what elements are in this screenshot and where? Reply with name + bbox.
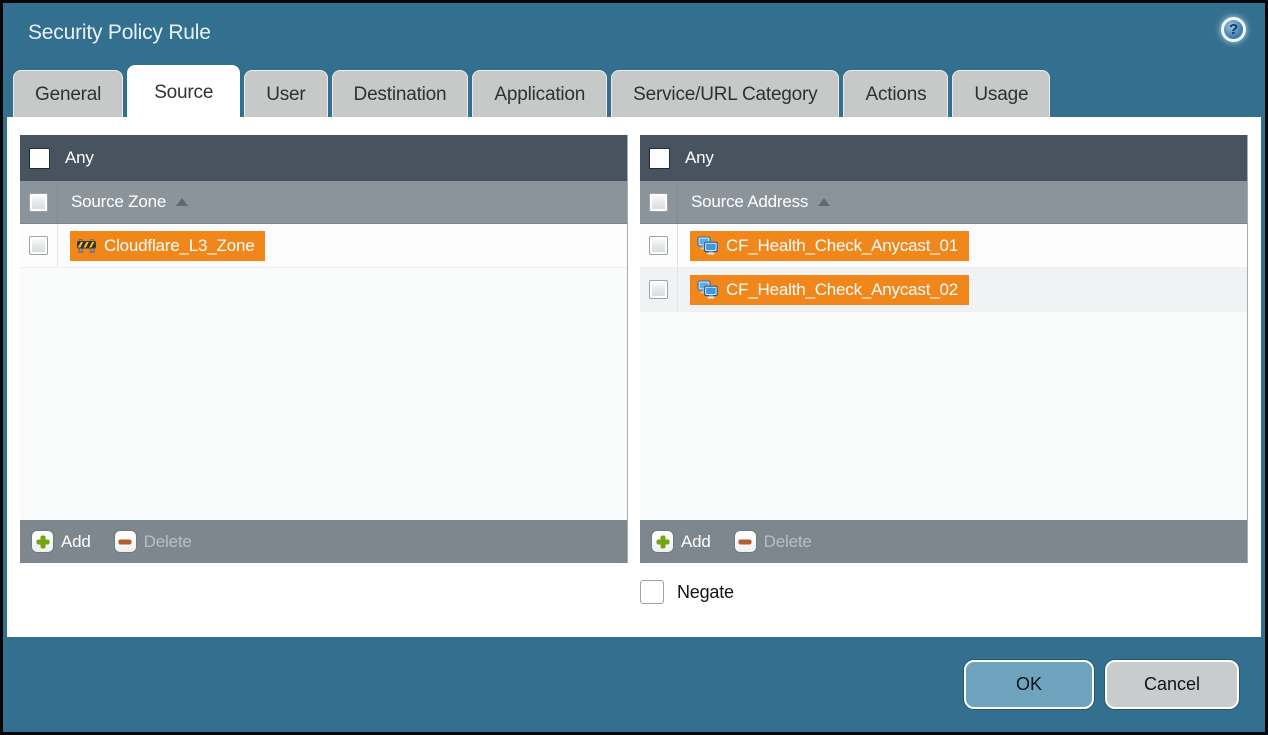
tab-bar: General Source User Destination Applicat… bbox=[3, 62, 1265, 117]
ok-button[interactable]: OK bbox=[964, 660, 1094, 709]
source-address-column-title[interactable]: Source Address bbox=[691, 192, 808, 212]
source-zone-any-bar: Any bbox=[20, 135, 627, 181]
tab-usage[interactable]: Usage bbox=[952, 70, 1050, 117]
zone-icon bbox=[77, 237, 96, 254]
source-address-column-header: Source Address bbox=[640, 181, 1247, 224]
source-zone-column-header: Source Zone bbox=[20, 181, 627, 224]
add-button-label: Add bbox=[681, 532, 711, 552]
source-zone-panel: Any Source Zone bbox=[20, 135, 628, 563]
source-address-panel: Any Source Address bbox=[640, 135, 1248, 563]
source-tab-content: Any Source Zone bbox=[7, 117, 1261, 637]
tab-destination[interactable]: Destination bbox=[332, 70, 469, 117]
row-checkbox[interactable] bbox=[649, 236, 668, 255]
source-zone-column-title[interactable]: Source Zone bbox=[71, 192, 166, 212]
tab-application[interactable]: Application bbox=[472, 70, 607, 117]
table-row[interactable]: CF_Health_Check_Anycast_01 bbox=[640, 224, 1247, 268]
delete-minus-icon bbox=[115, 531, 136, 552]
sort-ascending-icon[interactable] bbox=[176, 198, 188, 206]
add-button[interactable]: Add bbox=[32, 531, 91, 552]
delete-button-label: Delete bbox=[764, 532, 812, 552]
negate-checkbox[interactable] bbox=[640, 580, 664, 604]
source-address-any-checkbox[interactable] bbox=[649, 148, 670, 169]
delete-button-label: Delete bbox=[144, 532, 192, 552]
table-row[interactable]: CF_Health_Check_Anycast_02 bbox=[640, 268, 1247, 312]
source-zone-any-label: Any bbox=[65, 148, 94, 168]
source-zone-list: Cloudflare_L3_Zone bbox=[20, 224, 627, 520]
delete-button[interactable]: Delete bbox=[115, 531, 192, 552]
source-zone-toolbar: Add Delete bbox=[20, 520, 627, 563]
dialog-title: Security Policy Rule bbox=[28, 21, 211, 45]
source-address-any-label: Any bbox=[685, 148, 714, 168]
row-checkbox[interactable] bbox=[649, 280, 668, 299]
tab-service-url-category[interactable]: Service/URL Category bbox=[611, 70, 839, 117]
tab-general[interactable]: General bbox=[13, 70, 123, 117]
address-icon bbox=[697, 280, 718, 299]
source-address-list: CF_Health_Check_Anycast_01 bbox=[640, 224, 1247, 520]
add-button-label: Add bbox=[61, 532, 91, 552]
negate-label: Negate bbox=[677, 582, 734, 603]
delete-button[interactable]: Delete bbox=[735, 531, 812, 552]
sort-ascending-icon[interactable] bbox=[818, 198, 830, 206]
title-bar: Security Policy Rule ? bbox=[3, 3, 1265, 62]
dialog-footer: OK Cancel bbox=[3, 637, 1265, 732]
source-zone-select-all-checkbox[interactable] bbox=[29, 193, 48, 212]
tab-source[interactable]: Source bbox=[127, 65, 240, 117]
address-item-chip[interactable]: CF_Health_Check_Anycast_02 bbox=[690, 275, 969, 305]
row-checkbox[interactable] bbox=[29, 236, 48, 255]
source-address-toolbar: Add Delete bbox=[640, 520, 1247, 563]
add-plus-icon bbox=[652, 531, 673, 552]
source-zone-any-checkbox[interactable] bbox=[29, 148, 50, 169]
zone-item-chip[interactable]: Cloudflare_L3_Zone bbox=[70, 231, 265, 261]
address-icon bbox=[697, 236, 718, 255]
address-item-chip[interactable]: CF_Health_Check_Anycast_01 bbox=[690, 231, 969, 261]
delete-minus-icon bbox=[735, 531, 756, 552]
add-plus-icon bbox=[32, 531, 53, 552]
cancel-button[interactable]: Cancel bbox=[1105, 660, 1239, 709]
table-row[interactable]: Cloudflare_L3_Zone bbox=[20, 224, 627, 268]
source-address-select-all-checkbox[interactable] bbox=[649, 193, 668, 212]
tab-actions[interactable]: Actions bbox=[843, 70, 948, 117]
source-address-any-bar: Any bbox=[640, 135, 1247, 181]
address-item-label: CF_Health_Check_Anycast_02 bbox=[726, 280, 958, 300]
address-item-label: CF_Health_Check_Anycast_01 bbox=[726, 236, 958, 256]
add-button[interactable]: Add bbox=[652, 531, 711, 552]
negate-row: Negate bbox=[640, 580, 1248, 604]
tab-user[interactable]: User bbox=[244, 70, 327, 117]
help-icon[interactable]: ? bbox=[1221, 17, 1246, 42]
security-policy-rule-dialog: Security Policy Rule ? General Source Us… bbox=[0, 0, 1268, 735]
zone-item-label: Cloudflare_L3_Zone bbox=[104, 236, 254, 256]
